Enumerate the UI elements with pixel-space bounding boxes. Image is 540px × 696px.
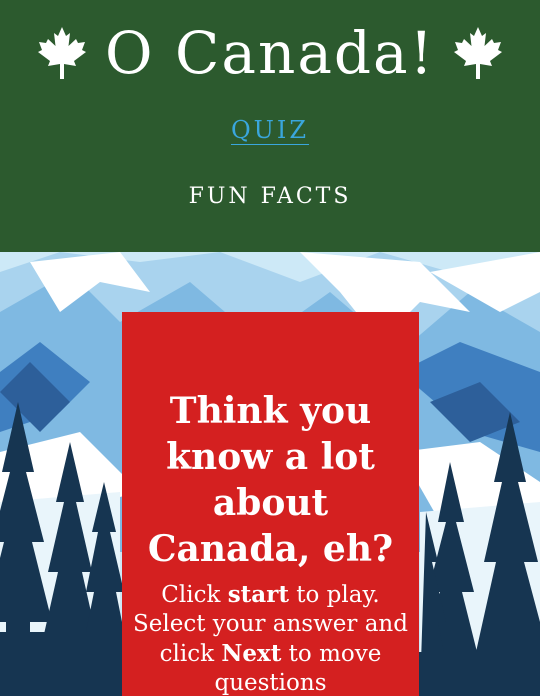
intro-heading: Think you know a lot about Canada, eh? (147, 390, 394, 570)
nav-link-fun-facts[interactable]: FUN FACTS (189, 184, 352, 209)
brand: O Canada! (0, 18, 540, 88)
site-title[interactable]: O Canada! (105, 18, 435, 88)
start-keyword: start (227, 581, 289, 608)
instructions-text: Click (161, 582, 228, 608)
maple-leaf-icon (453, 27, 502, 79)
maple-leaf-icon (38, 27, 87, 79)
nav-link-quiz[interactable]: QUIZ (231, 116, 309, 144)
intro-instructions: Click start to play. Select your answer … (130, 580, 411, 696)
site-header: O Canada! QUIZ FUN FACTS (0, 0, 540, 252)
intro-card: Think you know a lot about Canada, eh? C… (122, 312, 419, 696)
next-keyword: Next (221, 640, 282, 667)
